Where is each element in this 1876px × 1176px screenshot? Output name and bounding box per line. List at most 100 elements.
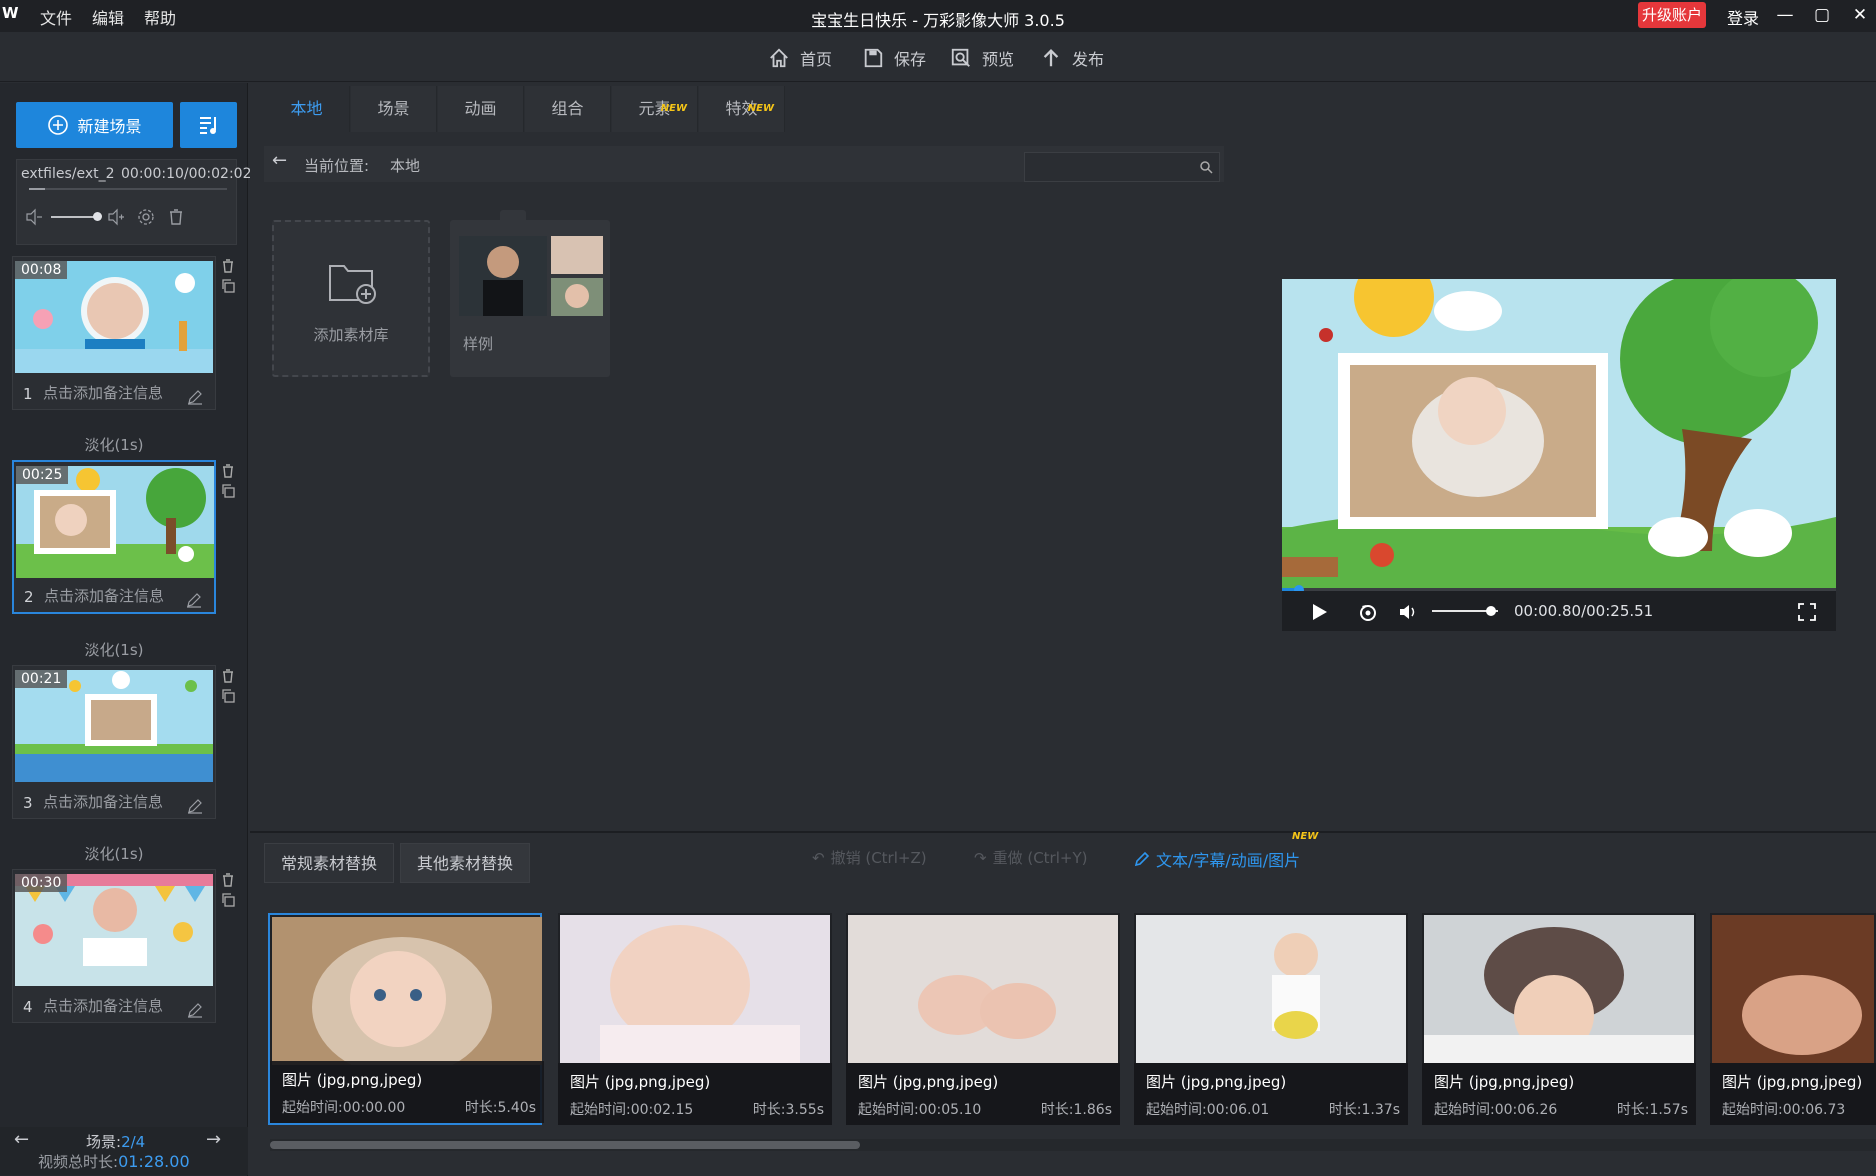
material-start: 起始时间:00:06.73: [1722, 1102, 1846, 1118]
tab-group[interactable]: 组合: [525, 86, 611, 132]
transition-label-3[interactable]: 淡化(1s): [12, 843, 216, 864]
delete-scene-icon[interactable]: [221, 259, 235, 273]
player-controls: 00:00.80/00:25.51: [1282, 591, 1836, 631]
horizontal-scrollbar[interactable]: [270, 1139, 1876, 1151]
redo-icon: ↷: [974, 848, 987, 867]
transition-label-1[interactable]: 淡化(1s): [12, 434, 216, 455]
plus-circle-icon: [48, 115, 69, 135]
scene-panel: 新建场景 extfiles/ext_2 00:00:10/00:02:02 00…: [0, 83, 251, 1176]
material-image: [272, 917, 542, 1065]
save-icon: [864, 48, 883, 68]
scene-card-3[interactable]: 00:21 3 点击添加备注信息: [12, 665, 216, 819]
scene-card-4[interactable]: 00:30 4 点击添加备注信息: [12, 869, 216, 1023]
scene-note[interactable]: 点击添加备注信息: [43, 382, 163, 403]
close-icon[interactable]: ✕: [1849, 4, 1871, 26]
login-button[interactable]: 登录: [1727, 5, 1759, 29]
window-title: 宝宝生日快乐 - 万彩影像大师 3.0.5: [811, 11, 1065, 30]
new-scene-button[interactable]: 新建场景: [16, 102, 173, 148]
material-type: 图片 (jpg,png,jpeg): [858, 1073, 999, 1091]
scene-note[interactable]: 点击添加备注信息: [44, 585, 164, 606]
copy-scene-icon[interactable]: [221, 893, 235, 907]
add-library-card[interactable]: 添加素材库: [272, 220, 430, 377]
material-card-3[interactable]: 图片 (jpg,png,jpeg) 起始时间:00:05.10 时长:1.86s: [846, 913, 1120, 1125]
material-type: 图片 (jpg,png,jpeg): [1722, 1073, 1863, 1091]
tab-elements[interactable]: 元素 NEW: [612, 86, 698, 132]
volume-down-icon[interactable]: [25, 208, 43, 226]
new-badge: NEW: [747, 103, 774, 114]
settings-gear-icon[interactable]: [137, 208, 155, 226]
main-toolbar: 首页 保存 预览 发布: [0, 32, 1876, 82]
material-duration: 时长:1.86s: [1040, 1102, 1112, 1118]
copy-scene-icon[interactable]: [221, 689, 235, 703]
material-card-2[interactable]: 图片 (jpg,png,jpeg) 起始时间:00:02.15 时长:3.55s: [558, 913, 832, 1125]
music-list-button[interactable]: [180, 102, 237, 148]
edit-note-icon[interactable]: [187, 1002, 203, 1018]
scene-note[interactable]: 点击添加备注信息: [43, 791, 163, 812]
tab-regular-replace[interactable]: 常规素材替换: [264, 843, 395, 883]
delete-audio-icon[interactable]: [167, 208, 185, 226]
material-library: 本地 场景 动画 组合 元素 NEW 特效 NEW ← 当前位置: 本地 添加素材库…: [250, 83, 1238, 831]
material-card-5[interactable]: 图片 (jpg,png,jpeg) 起始时间:00:06.26 时长:1.57s: [1422, 913, 1696, 1125]
delete-scene-icon[interactable]: [221, 669, 235, 683]
audio-progress[interactable]: [29, 188, 227, 190]
material-type: 图片 (jpg,png,jpeg): [570, 1073, 711, 1091]
scene-note[interactable]: 点击添加备注信息: [43, 995, 163, 1016]
text-subtitle-link[interactable]: 文本/字幕/动画/图片: [1134, 847, 1300, 871]
copy-scene-icon[interactable]: [221, 279, 235, 293]
sample-folder-card[interactable]: 样例: [450, 210, 610, 377]
prev-scene-arrow-icon[interactable]: ←: [14, 1129, 29, 1150]
scene-number: 2: [24, 588, 34, 606]
scene-number: 1: [23, 385, 33, 403]
delete-scene-icon[interactable]: [221, 873, 235, 887]
tab-scene[interactable]: 场景: [351, 86, 437, 132]
folder-tab: [500, 210, 526, 220]
material-card-1[interactable]: 图片 (jpg,png,jpeg) 起始时间:00:00.00 时长:5.40s: [268, 913, 544, 1125]
scene-number: 3: [23, 794, 33, 812]
volume-knob[interactable]: [93, 212, 102, 221]
next-scene-arrow-icon[interactable]: →: [206, 1129, 221, 1150]
scrollbar-thumb[interactable]: [270, 1141, 860, 1149]
material-card-6[interactable]: 图片 (jpg,png,jpeg) 起始时间:00:06.73: [1710, 913, 1876, 1125]
undo-button[interactable]: ↶ 撤销 (Ctrl+Z): [812, 847, 927, 868]
scene-duration: 00:08: [15, 261, 68, 279]
tab-other-replace[interactable]: 其他素材替换: [400, 843, 531, 883]
edit-note-icon[interactable]: [187, 798, 203, 814]
material-duration: 时长:1.57s: [1616, 1102, 1688, 1118]
edit-note-icon[interactable]: [186, 592, 202, 608]
material-type: 图片 (jpg,png,jpeg): [1434, 1073, 1575, 1091]
save-button[interactable]: 保存: [862, 45, 926, 71]
sample-thumbnail: [459, 236, 603, 316]
preview-canvas[interactable]: [1282, 279, 1836, 591]
volume-up-icon[interactable]: [107, 208, 125, 226]
preview-label: 预览: [982, 50, 1015, 69]
scene-card-2[interactable]: 00:25 2 点击添加备注信息: [12, 460, 216, 614]
delete-scene-icon[interactable]: [221, 464, 235, 478]
tab-effects[interactable]: 特效 NEW: [699, 86, 785, 132]
player-volume-knob[interactable]: [1486, 606, 1497, 616]
copy-scene-icon[interactable]: [221, 484, 235, 498]
tab-animation[interactable]: 动画: [438, 86, 524, 132]
material-card-4[interactable]: 图片 (jpg,png,jpeg) 起始时间:00:06.01 时长:1.37s: [1134, 913, 1408, 1125]
upgrade-account-button[interactable]: 升级账户: [1638, 2, 1707, 28]
edit-note-icon[interactable]: [187, 389, 203, 405]
maximize-icon[interactable]: ▢: [1811, 4, 1833, 26]
tab-local[interactable]: 本地: [264, 86, 350, 132]
home-button[interactable]: 首页: [768, 45, 832, 71]
search-icon[interactable]: [1199, 160, 1213, 174]
volume-icon[interactable]: [1398, 602, 1418, 622]
audio-volume-slider[interactable]: [51, 216, 97, 218]
material-replace-panel: 常规素材替换 其他素材替换 ↶ 撤销 (Ctrl+Z) ↷ 重做 (Ctrl+Y) …: [250, 831, 1876, 1176]
fullscreen-icon[interactable]: [1798, 603, 1816, 621]
scene-card-1[interactable]: 00:08 1 点击添加备注信息: [12, 256, 216, 410]
replay-icon[interactable]: [1358, 602, 1378, 622]
transition-label-2[interactable]: 淡化(1s): [12, 639, 216, 660]
background-music-box: extfiles/ext_2 00:00:10/00:02:02: [16, 159, 251, 245]
redo-button[interactable]: ↷ 重做 (Ctrl+Y): [974, 847, 1087, 868]
scene-counter: 场景:2/4: [86, 1133, 146, 1151]
play-icon[interactable]: [1312, 603, 1328, 621]
minimize-icon[interactable]: —: [1774, 4, 1796, 26]
search-input[interactable]: [1024, 152, 1220, 182]
back-arrow-icon[interactable]: ←: [272, 150, 287, 171]
publish-button[interactable]: 发布: [1040, 45, 1104, 71]
preview-button[interactable]: 预览: [950, 45, 1014, 71]
